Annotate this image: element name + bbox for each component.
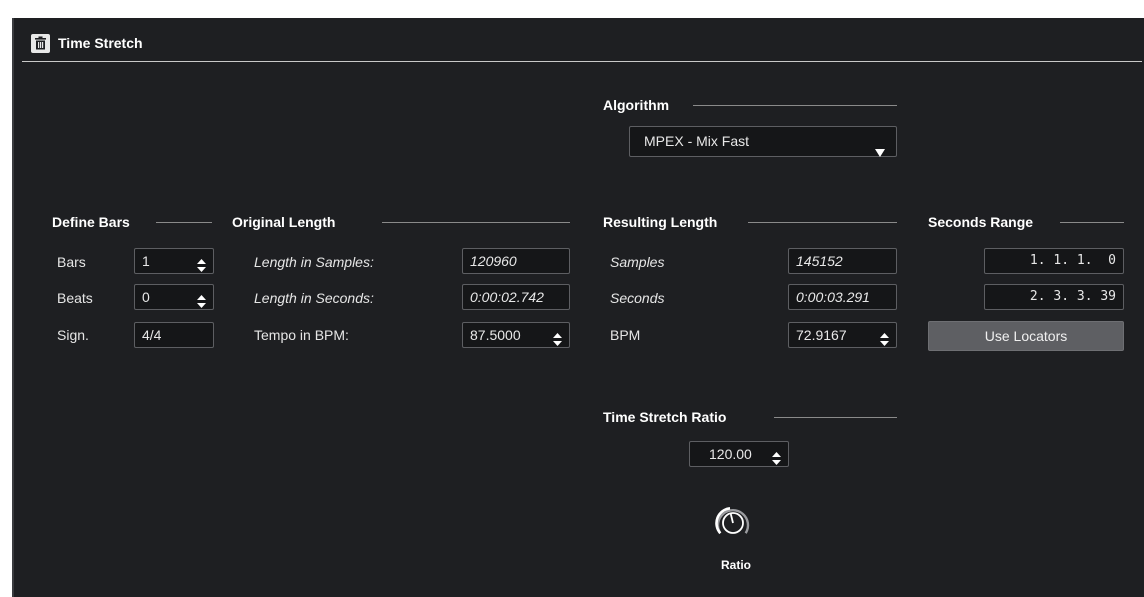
algorithm-heading: Algorithm: [603, 97, 670, 113]
length-in-seconds-label: Length in Seconds:: [254, 290, 374, 306]
original-samples-field[interactable]: 120960: [462, 248, 570, 274]
bpm-label: BPM: [610, 327, 641, 343]
algorithm-divider: [693, 105, 897, 106]
trash-icon[interactable]: [31, 34, 50, 53]
window-title: Time Stretch: [58, 35, 143, 51]
define-bars-heading: Define Bars: [52, 214, 130, 230]
stepper-arrows-icon[interactable]: [553, 329, 562, 346]
beats-label: Beats: [57, 290, 93, 306]
tempo-value: 87.5000: [470, 327, 521, 343]
stepper-arrows-icon[interactable]: [197, 291, 206, 308]
resulting-samples-value: 145152: [796, 253, 843, 269]
length-in-samples-label: Length in Samples:: [254, 254, 374, 270]
beats-value: 0: [142, 289, 150, 305]
time-stretch-ratio-heading: Time Stretch Ratio: [603, 409, 727, 425]
resulting-seconds-field[interactable]: 0:00:03.291: [788, 284, 897, 310]
seconds-range-heading: Seconds Range: [928, 214, 1034, 230]
resulting-samples-label: Samples: [610, 254, 665, 270]
original-samples-value: 120960: [470, 253, 517, 269]
range-end-field[interactable]: 2. 3. 3. 39: [984, 284, 1124, 310]
range-start-value: 1. 1. 1. 0: [1029, 253, 1116, 268]
signature-value: 4/4: [142, 327, 162, 343]
title-bar: Time Stretch: [14, 18, 1144, 61]
time-stretch-panel: Time Stretch Algorithm MPEX - Mix Fast D…: [12, 18, 1144, 597]
stepper-arrows-icon[interactable]: [772, 448, 781, 465]
bars-value: 1: [142, 253, 150, 269]
original-seconds-field[interactable]: 0:00:02.742: [462, 284, 570, 310]
original-length-heading: Original Length: [232, 214, 336, 230]
stepper-arrows-icon[interactable]: [880, 329, 889, 346]
bpm-value: 72.9167: [796, 327, 847, 343]
dropdown-arrow-icon: [875, 138, 885, 167]
ratio-knob-label: Ratio: [721, 558, 751, 572]
define-bars-divider: [156, 222, 212, 223]
algorithm-dropdown[interactable]: MPEX - Mix Fast: [629, 126, 897, 157]
resulting-length-divider: [748, 222, 897, 223]
beats-stepper[interactable]: 0: [134, 284, 214, 310]
range-start-field[interactable]: 1. 1. 1. 0: [984, 248, 1124, 274]
use-locators-button[interactable]: Use Locators: [928, 321, 1124, 351]
range-end-value: 2. 3. 3. 39: [1029, 289, 1116, 304]
resulting-seconds-value: 0:00:03.291: [796, 289, 870, 305]
original-seconds-value: 0:00:02.742: [470, 289, 544, 305]
time-stretch-ratio-divider: [774, 417, 897, 418]
tempo-in-bpm-label: Tempo in BPM:: [254, 327, 349, 343]
bars-stepper[interactable]: 1: [134, 248, 214, 274]
sign-label: Sign.: [57, 327, 89, 343]
resulting-length-heading: Resulting Length: [603, 214, 718, 230]
original-length-divider: [382, 222, 570, 223]
bpm-stepper[interactable]: 72.9167: [788, 322, 897, 348]
ratio-knob[interactable]: [713, 503, 753, 548]
resulting-seconds-label: Seconds: [610, 290, 665, 306]
ratio-value: 120.00: [709, 446, 752, 462]
ratio-stepper[interactable]: 120.00: [689, 441, 789, 467]
signature-field[interactable]: 4/4: [134, 322, 214, 348]
stepper-arrows-icon[interactable]: [197, 255, 206, 272]
tempo-stepper[interactable]: 87.5000: [462, 322, 570, 348]
resulting-samples-field[interactable]: 145152: [788, 248, 897, 274]
title-divider: [22, 61, 1142, 62]
seconds-range-divider: [1060, 222, 1124, 223]
bars-label: Bars: [57, 254, 86, 270]
algorithm-selected: MPEX - Mix Fast: [644, 133, 750, 149]
